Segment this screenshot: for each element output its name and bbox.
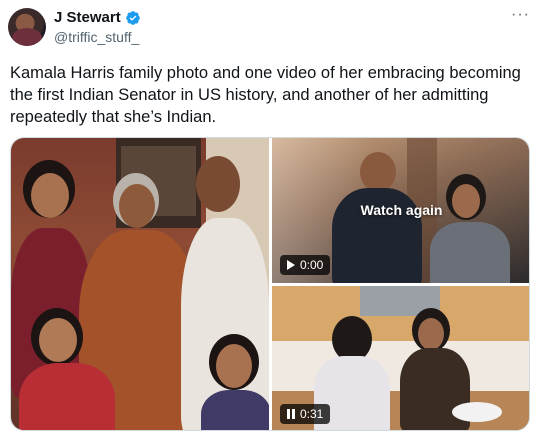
video-player-kitchen[interactable]: 0:31 bbox=[272, 286, 529, 430]
verified-badge-icon bbox=[125, 10, 140, 25]
video1-time: 0:00 bbox=[300, 258, 324, 272]
video2-timestamp[interactable]: 0:31 bbox=[280, 404, 331, 424]
media-grid: Watch again 0:00 0:31 bbox=[10, 137, 530, 431]
family-photo[interactable] bbox=[11, 138, 269, 430]
avatar[interactable] bbox=[8, 8, 46, 46]
author-display-name[interactable]: J Stewart bbox=[54, 9, 121, 26]
pause-icon[interactable] bbox=[287, 409, 295, 419]
more-options-icon[interactable]: ··· bbox=[511, 6, 530, 24]
video2-time: 0:31 bbox=[300, 407, 324, 421]
play-icon[interactable] bbox=[287, 260, 295, 270]
author-name-row: J Stewart bbox=[54, 9, 141, 26]
watch-again-button[interactable]: Watch again bbox=[361, 202, 443, 218]
tweet-text: Kamala Harris family photo and one video… bbox=[10, 64, 521, 126]
video-player-senator-interview[interactable]: Watch again 0:00 bbox=[272, 138, 529, 283]
video1-timestamp[interactable]: 0:00 bbox=[280, 255, 331, 275]
author-handle[interactable]: @triffic_stuff_ bbox=[54, 29, 139, 45]
